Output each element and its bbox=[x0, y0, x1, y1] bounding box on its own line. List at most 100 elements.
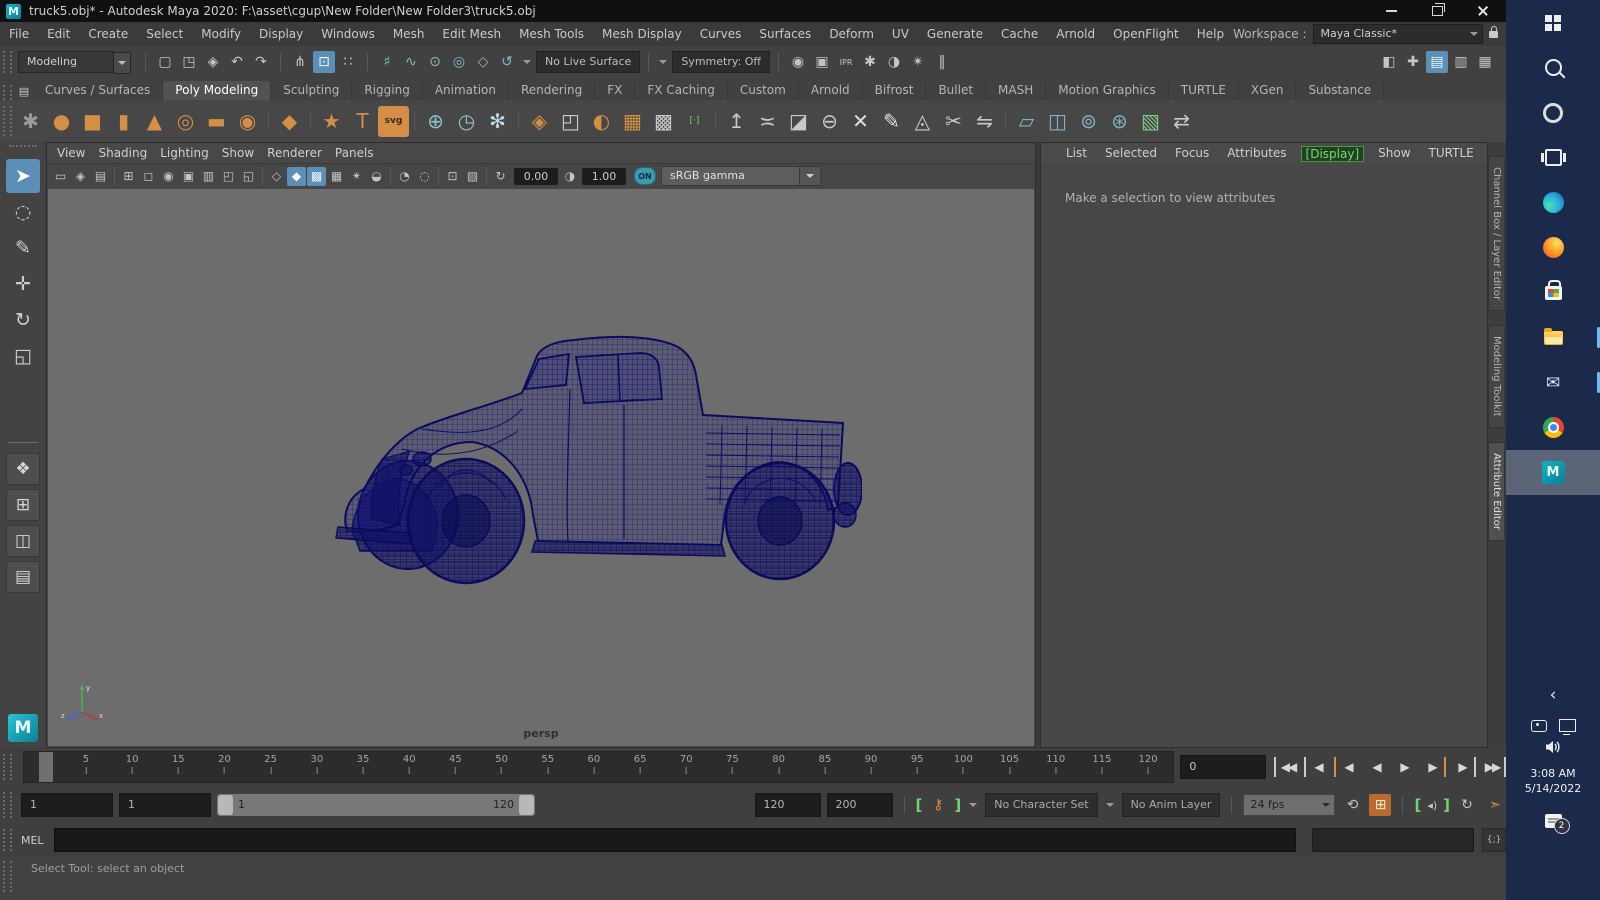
chevron-down-icon[interactable] bbox=[113, 52, 131, 74]
save-scene-icon[interactable]: ◈ bbox=[202, 51, 224, 73]
menu-file[interactable]: File bbox=[0, 27, 38, 41]
viewport-canvas[interactable]: y x z persp bbox=[48, 189, 1034, 746]
exposure-toggle-icon[interactable]: ↻ bbox=[491, 167, 510, 186]
render-view-icon[interactable]: ◉ bbox=[787, 51, 809, 73]
knife-icon[interactable]: ✂ bbox=[938, 106, 969, 137]
shelf-tab-curves-surfaces[interactable]: Curves / Surfaces bbox=[33, 81, 163, 100]
wireframe-mode-icon[interactable]: ◇ bbox=[267, 167, 286, 186]
modeling-toolkit-toggle-icon[interactable]: ◧ bbox=[1378, 51, 1400, 73]
polygon-cube-icon[interactable]: ■ bbox=[77, 106, 108, 137]
chevron-down-icon[interactable] bbox=[1106, 803, 1114, 811]
workspace-dropdown[interactable]: Maya Classic* bbox=[1313, 24, 1484, 44]
symmetrize-icon[interactable]: ⇋ bbox=[969, 106, 1000, 137]
make-live-icon[interactable]: ↺ bbox=[496, 51, 518, 73]
camera-bookmark-icon[interactable]: ◈ bbox=[71, 167, 90, 186]
menu-deform[interactable]: Deform bbox=[820, 27, 883, 41]
field-chart-icon[interactable]: ▥ bbox=[199, 167, 218, 186]
textured-mode-icon[interactable]: ▩ bbox=[307, 167, 326, 186]
contrast-field[interactable]: 1.00 bbox=[582, 168, 626, 185]
camera-attributes-icon[interactable]: ▤ bbox=[91, 167, 110, 186]
start-taskbar-button[interactable] bbox=[1506, 0, 1600, 45]
menu-curves[interactable]: Curves bbox=[691, 27, 751, 41]
ae-menu-list[interactable]: List bbox=[1057, 146, 1096, 162]
shelf-tab-rigging[interactable]: Rigging bbox=[352, 81, 422, 100]
title-bar[interactable]: M truck5.obj* - Autodesk Maya 2020: F:\a… bbox=[0, 0, 1506, 22]
isolate-select-icon[interactable]: ⊡ bbox=[443, 167, 462, 186]
resolution-gate-icon[interactable]: ◉ bbox=[159, 167, 178, 186]
light-editor-icon[interactable]: ✴ bbox=[907, 51, 929, 73]
bevel-icon[interactable]: ◪ bbox=[783, 106, 814, 137]
drag-handle[interactable] bbox=[9, 145, 37, 155]
shelf-tab-fx-caching[interactable]: FX Caching bbox=[635, 81, 727, 100]
shelf-tab-bifrost[interactable]: Bifrost bbox=[863, 81, 927, 100]
workspace-lock-icon[interactable] bbox=[1489, 31, 1498, 38]
notification-center-icon[interactable]: 2 bbox=[1545, 814, 1562, 828]
panel-menu-view[interactable]: View bbox=[57, 146, 98, 160]
uv-planar-icon[interactable]: ▱ bbox=[1011, 106, 1042, 137]
panel-menu-show[interactable]: Show bbox=[222, 146, 267, 160]
menu-help[interactable]: Help bbox=[1188, 27, 1233, 41]
polygon-disc-icon[interactable]: ◉ bbox=[232, 106, 263, 137]
shelf-tab-turtle[interactable]: TURTLE bbox=[1169, 81, 1239, 100]
display-tray-icon[interactable] bbox=[1559, 719, 1576, 732]
undo-icon[interactable]: ↶ bbox=[226, 51, 248, 73]
menu-select[interactable]: Select bbox=[137, 27, 192, 41]
grid-toggle-icon[interactable]: ⊞ bbox=[119, 167, 138, 186]
shelf-tab-motion-graphics[interactable]: Motion Graphics bbox=[1046, 81, 1169, 100]
open-scene-icon[interactable]: ◳ bbox=[178, 51, 200, 73]
screen-record-tray-icon[interactable] bbox=[1531, 720, 1547, 732]
tray-expand-icon[interactable]: ‹ bbox=[1550, 685, 1557, 705]
taskbar-clock[interactable]: 3:08 AM 5/14/2022 bbox=[1525, 766, 1581, 796]
svg-tool-icon[interactable]: svg bbox=[378, 106, 409, 137]
ae-menu-display[interactable]: [Display] bbox=[1301, 146, 1365, 162]
ae-menu-attributes[interactable]: Attributes bbox=[1218, 146, 1295, 162]
smooth-shade-mode-icon[interactable]: ◆ bbox=[287, 167, 306, 186]
drag-handle[interactable] bbox=[3, 51, 12, 73]
screen-space-ao-icon[interactable]: ◔ bbox=[395, 167, 414, 186]
ipr-render-icon[interactable]: IPR bbox=[835, 51, 857, 73]
select-component-icon[interactable]: ∷ bbox=[337, 51, 359, 73]
character-key-icon[interactable]: ⚷ bbox=[928, 793, 948, 817]
task-view-taskbar-button[interactable] bbox=[1506, 135, 1600, 180]
lasso-tool[interactable]: ◌ bbox=[6, 195, 40, 229]
anim-layer-dropdown[interactable]: No Anim Layer bbox=[1122, 793, 1221, 817]
mute-audio-icon[interactable]: ◂) bbox=[1427, 794, 1437, 816]
paint-select-tool[interactable]: ✎ bbox=[6, 231, 40, 265]
attribute-editor-toggle-icon[interactable]: ▥ bbox=[1450, 51, 1472, 73]
reduce-icon[interactable]: ▩ bbox=[648, 106, 679, 137]
drag-handle[interactable] bbox=[3, 754, 12, 781]
view-transform-dropdown[interactable]: sRGB gamma bbox=[661, 166, 821, 186]
live-surface-field[interactable]: No Live Surface bbox=[536, 51, 640, 73]
pause-viewport-icon[interactable]: ‖ bbox=[931, 51, 953, 73]
time-slider[interactable]: 5101520253035404550556065707580859095100… bbox=[23, 751, 1175, 783]
shelf-tab-sculpting[interactable]: Sculpting bbox=[271, 81, 352, 100]
search-taskbar-button[interactable] bbox=[1506, 45, 1600, 90]
shelf-tab-animation[interactable]: Animation bbox=[423, 81, 509, 100]
redo-icon[interactable]: ↷ bbox=[250, 51, 272, 73]
menu-arnold[interactable]: Arnold bbox=[1047, 27, 1104, 41]
render-current-frame-icon[interactable]: ▣ bbox=[811, 51, 833, 73]
layout-four-view-button[interactable]: ⊞ bbox=[6, 489, 40, 521]
play-forwards-button[interactable]: ▶ bbox=[1392, 757, 1416, 777]
drag-handle[interactable] bbox=[3, 829, 12, 851]
chevron-down-icon[interactable] bbox=[969, 803, 977, 811]
panel-menu-renderer[interactable]: Renderer bbox=[267, 146, 335, 160]
layout-current-button[interactable]: ❖ bbox=[6, 453, 40, 485]
character-set-dropdown[interactable]: No Character Set bbox=[985, 793, 1097, 817]
chrome-taskbar-button[interactable] bbox=[1506, 405, 1600, 450]
lighting-toggle-icon[interactable]: ✴ bbox=[347, 167, 366, 186]
select-hierarchy-icon[interactable]: ⋔ bbox=[289, 51, 311, 73]
current-time-indicator[interactable] bbox=[39, 752, 53, 782]
select-tool[interactable]: ➤ bbox=[6, 159, 40, 193]
maximize-button[interactable] bbox=[1414, 0, 1460, 22]
panel-menu-shading[interactable]: Shading bbox=[98, 146, 160, 160]
create-at-origin-icon[interactable]: ◷ bbox=[451, 106, 482, 137]
move-tool[interactable]: ✛ bbox=[6, 267, 40, 301]
hypershade-icon[interactable]: ◑ bbox=[883, 51, 905, 73]
shelf-tab-xgen[interactable]: XGen bbox=[1239, 81, 1297, 100]
ae-menu-show[interactable]: Show bbox=[1369, 146, 1419, 162]
symmetry-field[interactable]: Symmetry: Off bbox=[672, 51, 770, 73]
step-back-frame-button[interactable]: ◀ bbox=[1304, 757, 1330, 777]
command-line-mode-label[interactable]: MEL bbox=[21, 834, 44, 847]
range-slider[interactable]: 1 120 bbox=[217, 794, 535, 816]
